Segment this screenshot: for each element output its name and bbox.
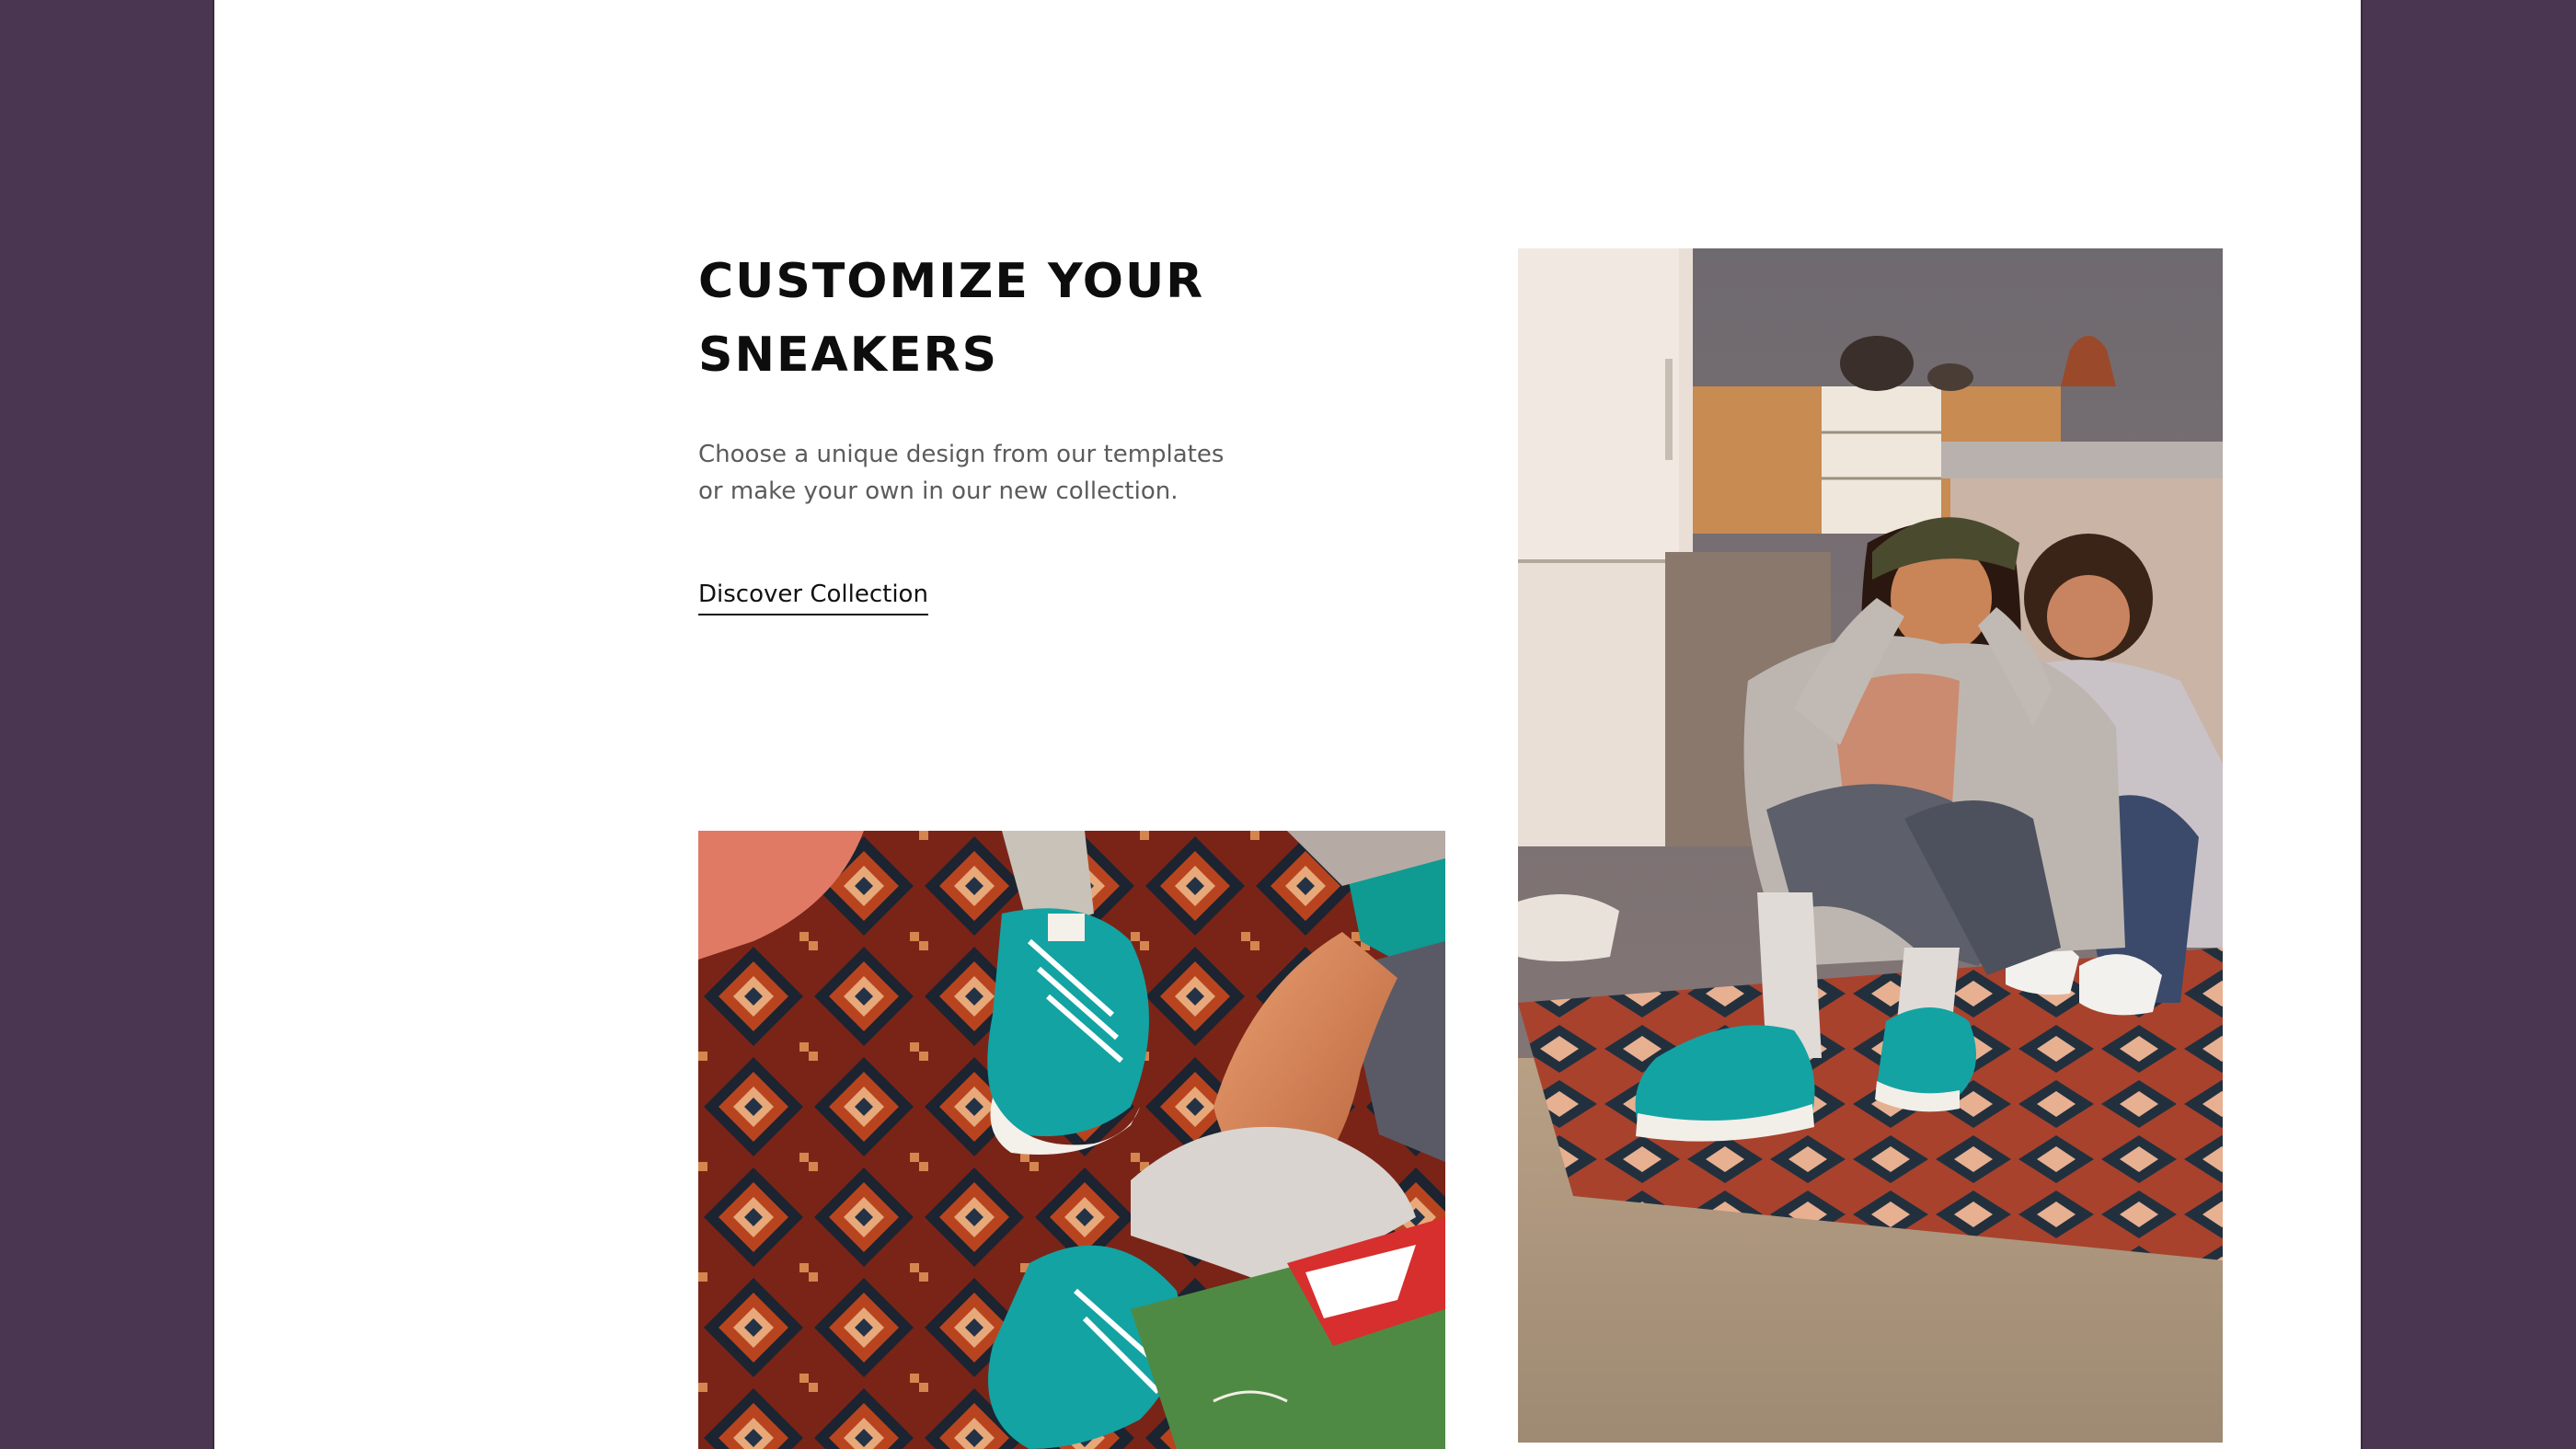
hero-title: CUSTOMIZE YOUR SNEAKERS bbox=[698, 254, 1205, 383]
friends-kitchen-photo bbox=[1518, 248, 2223, 1443]
sneakers-closeup-illustration bbox=[698, 831, 1445, 1449]
friends-kitchen-illustration bbox=[1518, 248, 2223, 1443]
sneakers-closeup-photo bbox=[698, 831, 1445, 1449]
page-content: CUSTOMIZE YOUR SNEAKERS Choose a unique … bbox=[214, 0, 2361, 1449]
hero-description: Choose a unique design from our template… bbox=[698, 441, 1225, 505]
discover-collection-link[interactable]: Discover Collection bbox=[698, 578, 928, 615]
